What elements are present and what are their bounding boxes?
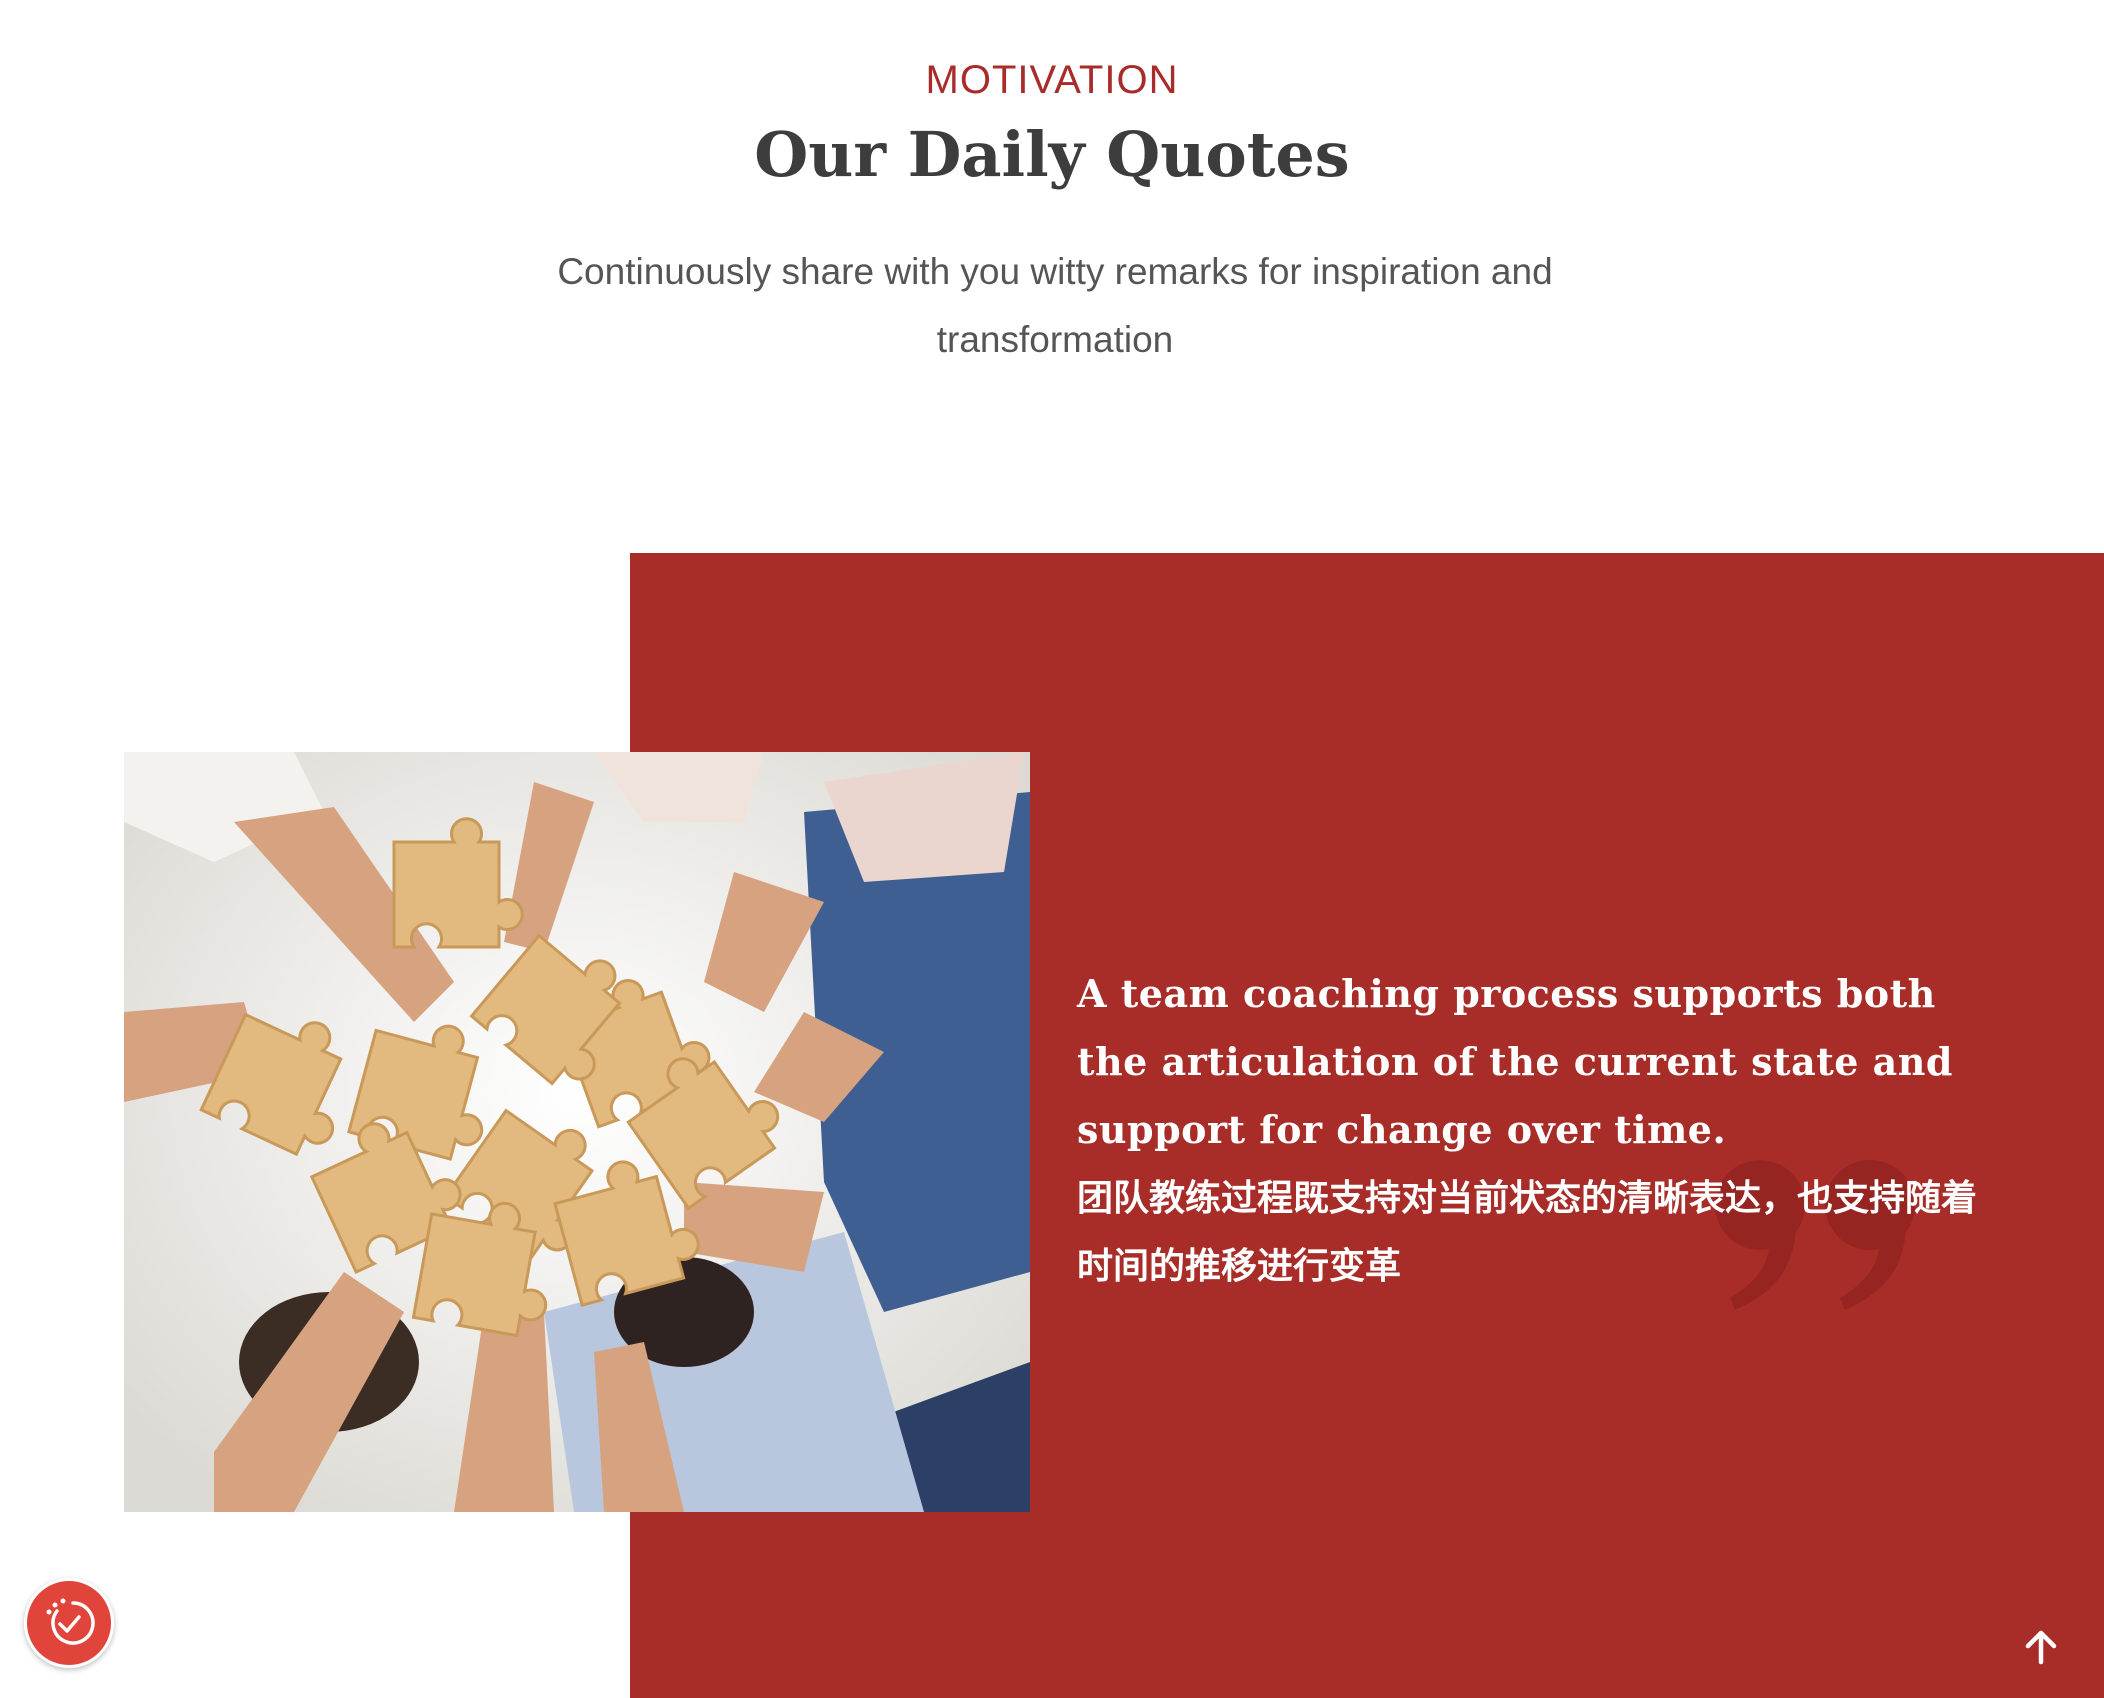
team-puzzle-illustration (124, 752, 1030, 1512)
team-puzzle-photo (124, 752, 1030, 1512)
section-eyebrow: MOTIVATION (925, 58, 1179, 102)
accessibility-check-icon (46, 1598, 95, 1645)
section-title: Our Daily Quotes (754, 118, 1350, 191)
accessibility-button[interactable] (24, 1578, 114, 1668)
quote-text-english: A team coaching process supports both th… (1077, 971, 1953, 1152)
scroll-top-button[interactable] (2016, 1622, 2066, 1672)
page: MOTIVATION Our Daily Quotes Continuously… (0, 0, 2104, 1698)
arrow-up-icon (2025, 1630, 2057, 1665)
section-subtitle: Continuously share with you witty remark… (557, 251, 1553, 360)
quote-text-chinese: 团队教练过程既支持对当前状态的清晰表达，也支持随着时间的推移进行变革 (1077, 1178, 1978, 1287)
